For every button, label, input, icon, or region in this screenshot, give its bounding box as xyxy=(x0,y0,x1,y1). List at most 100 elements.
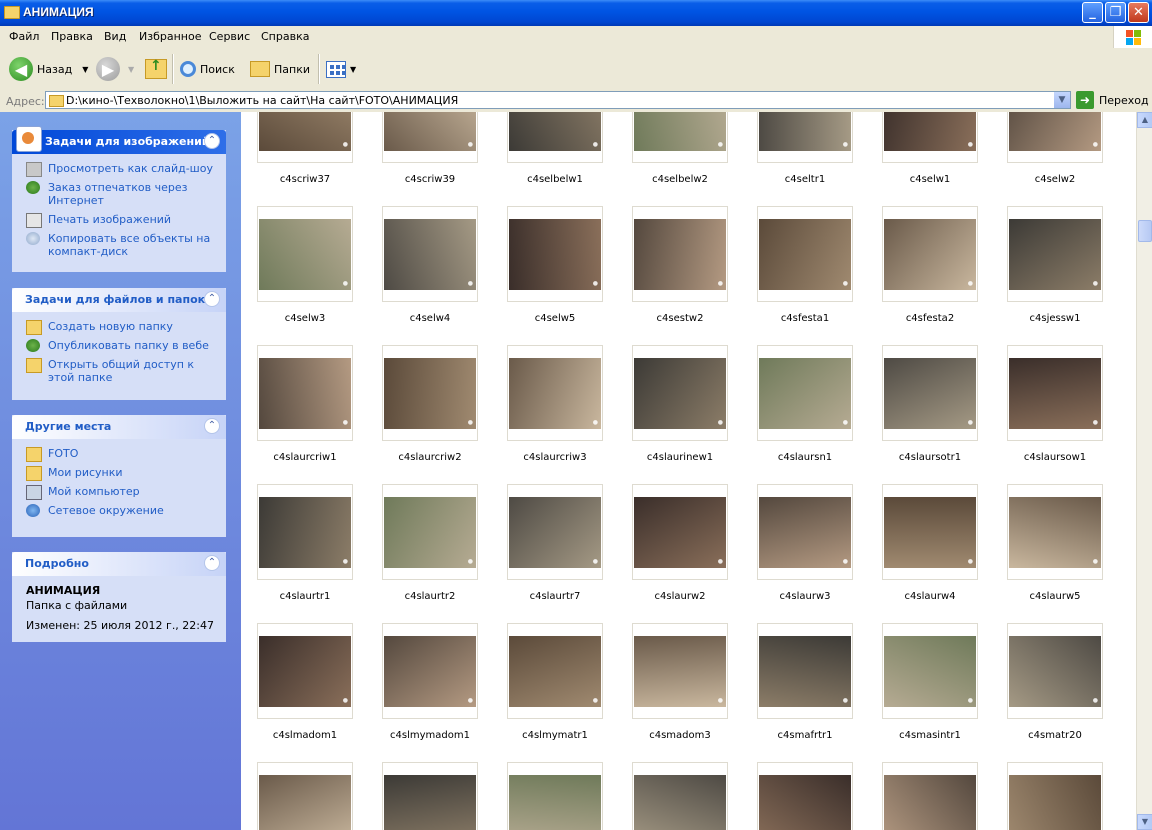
image-thumbnail[interactable]: ● xyxy=(757,484,853,580)
file-name[interactable]: c4selw1 xyxy=(870,174,990,185)
menu-tools[interactable]: Сервис xyxy=(209,30,250,43)
image-thumbnail[interactable]: ● xyxy=(507,112,603,163)
file-name[interactable]: c4selw3 xyxy=(245,313,365,324)
share-folder-link[interactable]: Открыть общий доступ к этой папке xyxy=(24,358,216,384)
image-thumbnail[interactable]: ● xyxy=(257,762,353,830)
back-button[interactable]: ◀ Назад ▼ xyxy=(9,56,88,82)
file-name[interactable]: c4selw5 xyxy=(495,313,615,324)
back-dropdown-icon[interactable]: ▼ xyxy=(82,65,88,74)
image-thumbnail[interactable]: ● xyxy=(1007,112,1103,163)
forward-button[interactable]: ▶ ▼ xyxy=(96,56,134,82)
file-name[interactable]: c4slaurcriw1 xyxy=(245,452,365,463)
file-name[interactable]: c4seltr1 xyxy=(745,174,865,185)
file-name[interactable]: c4selw4 xyxy=(370,313,490,324)
copy-to-cd-link[interactable]: Копировать все объекты на компакт-диск xyxy=(24,232,216,258)
image-thumbnail[interactable]: ● xyxy=(757,112,853,163)
image-thumbnail[interactable]: ● xyxy=(882,345,978,441)
file-name[interactable]: c4sjessw1 xyxy=(995,313,1115,324)
file-name[interactable]: c4slaurw2 xyxy=(620,591,740,602)
up-folder-button[interactable]: ↑ xyxy=(145,56,167,82)
file-name[interactable]: c4slmadom1 xyxy=(245,730,365,741)
scroll-thumb[interactable] xyxy=(1138,220,1152,242)
file-name[interactable]: c4sfesta2 xyxy=(870,313,990,324)
details-header[interactable]: Подробно ⌃ xyxy=(12,552,226,576)
collapse-chevron-icon[interactable]: ⌃ xyxy=(204,291,220,307)
search-button[interactable]: Поиск xyxy=(180,56,235,82)
image-thumbnail[interactable]: ● xyxy=(632,484,728,580)
image-thumbnail[interactable]: ● xyxy=(882,206,978,302)
image-thumbnail[interactable]: ● xyxy=(382,112,478,163)
image-tasks-header[interactable]: Задачи для изображений ⌃ xyxy=(12,126,226,154)
image-thumbnail[interactable]: ● xyxy=(257,345,353,441)
forward-dropdown-icon[interactable]: ▼ xyxy=(128,65,134,74)
place-my-pictures[interactable]: Мои рисунки xyxy=(24,466,216,481)
order-prints-link[interactable]: Заказ отпечатков через Интернет xyxy=(24,181,216,207)
image-thumbnail[interactable]: ● xyxy=(382,762,478,830)
image-thumbnail[interactable]: ● xyxy=(882,484,978,580)
views-dropdown-icon[interactable]: ▼ xyxy=(350,65,356,74)
image-thumbnail[interactable]: ● xyxy=(1007,762,1103,830)
file-name[interactable]: c4slaurtr1 xyxy=(245,591,365,602)
image-thumbnail[interactable]: ● xyxy=(757,623,853,719)
image-thumbnail[interactable]: ● xyxy=(507,623,603,719)
scroll-down-icon[interactable]: ▼ xyxy=(1137,814,1152,830)
place-my-computer[interactable]: Мой компьютер xyxy=(24,485,216,500)
menu-favorites[interactable]: Избранное xyxy=(139,30,201,43)
image-thumbnail[interactable]: ● xyxy=(757,345,853,441)
file-name[interactable]: c4slmymadom1 xyxy=(370,730,490,741)
image-thumbnail[interactable]: ● xyxy=(257,206,353,302)
file-name[interactable]: c4sfesta1 xyxy=(745,313,865,324)
image-thumbnail[interactable]: ● xyxy=(507,762,603,830)
vertical-scrollbar[interactable]: ▲ ▼ xyxy=(1136,112,1152,830)
image-thumbnail[interactable]: ● xyxy=(507,484,603,580)
menu-edit[interactable]: Правка xyxy=(51,30,93,43)
file-name[interactable]: c4smasintr1 xyxy=(870,730,990,741)
scroll-up-icon[interactable]: ▲ xyxy=(1137,112,1152,128)
file-name[interactable]: c4selw2 xyxy=(995,174,1115,185)
file-name[interactable]: c4scriw37 xyxy=(245,174,365,185)
image-thumbnail[interactable]: ● xyxy=(257,623,353,719)
file-name[interactable]: c4slaurinew1 xyxy=(620,452,740,463)
maximize-button[interactable]: ❐ xyxy=(1105,2,1126,23)
file-name[interactable]: c4slaursotr1 xyxy=(870,452,990,463)
new-folder-link[interactable]: Создать новую папку xyxy=(24,320,216,335)
image-thumbnail[interactable]: ● xyxy=(1007,345,1103,441)
close-button[interactable]: ✕ xyxy=(1128,2,1149,23)
image-thumbnail[interactable]: ● xyxy=(382,345,478,441)
file-name[interactable]: c4slaurw3 xyxy=(745,591,865,602)
image-thumbnail[interactable]: ● xyxy=(382,484,478,580)
image-thumbnail[interactable]: ● xyxy=(507,345,603,441)
file-name[interactable]: c4slaurw4 xyxy=(870,591,990,602)
file-name[interactable]: c4sestw2 xyxy=(620,313,740,324)
file-name[interactable]: c4smafrtr1 xyxy=(745,730,865,741)
menu-view[interactable]: Вид xyxy=(104,30,126,43)
image-thumbnail[interactable]: ● xyxy=(882,762,978,830)
place-foto[interactable]: FOTO xyxy=(24,447,216,462)
image-thumbnail[interactable]: ● xyxy=(382,623,478,719)
views-button[interactable]: ▼ xyxy=(326,56,356,82)
file-name[interactable]: c4scriw39 xyxy=(370,174,490,185)
file-name[interactable]: c4smadom3 xyxy=(620,730,740,741)
folders-button[interactable]: Папки xyxy=(250,56,310,82)
image-thumbnail[interactable]: ● xyxy=(382,206,478,302)
image-thumbnail[interactable]: ● xyxy=(632,112,728,163)
image-thumbnail[interactable]: ● xyxy=(882,623,978,719)
file-name[interactable]: c4slaurw5 xyxy=(995,591,1115,602)
file-name[interactable]: c4slmymatr1 xyxy=(495,730,615,741)
image-thumbnail[interactable]: ● xyxy=(632,623,728,719)
image-thumbnail[interactable]: ● xyxy=(1007,623,1103,719)
file-name[interactable]: c4selbelw1 xyxy=(495,174,615,185)
collapse-chevron-icon[interactable]: ⌃ xyxy=(204,133,220,149)
image-thumbnail[interactable]: ● xyxy=(507,206,603,302)
menu-file[interactable]: Файл xyxy=(9,30,39,43)
image-thumbnail[interactable]: ● xyxy=(757,762,853,830)
image-thumbnail[interactable]: ● xyxy=(757,206,853,302)
image-thumbnail[interactable]: ● xyxy=(882,112,978,163)
address-dropdown-icon[interactable]: ▼ xyxy=(1054,92,1070,108)
go-button[interactable]: ➜ Переход xyxy=(1076,91,1149,109)
collapse-chevron-icon[interactable]: ⌃ xyxy=(204,555,220,571)
collapse-chevron-icon[interactable]: ⌃ xyxy=(204,418,220,434)
file-name[interactable]: c4slaurcriw3 xyxy=(495,452,615,463)
place-network[interactable]: Сетевое окружение xyxy=(24,504,216,517)
file-name[interactable]: c4slaurtr7 xyxy=(495,591,615,602)
